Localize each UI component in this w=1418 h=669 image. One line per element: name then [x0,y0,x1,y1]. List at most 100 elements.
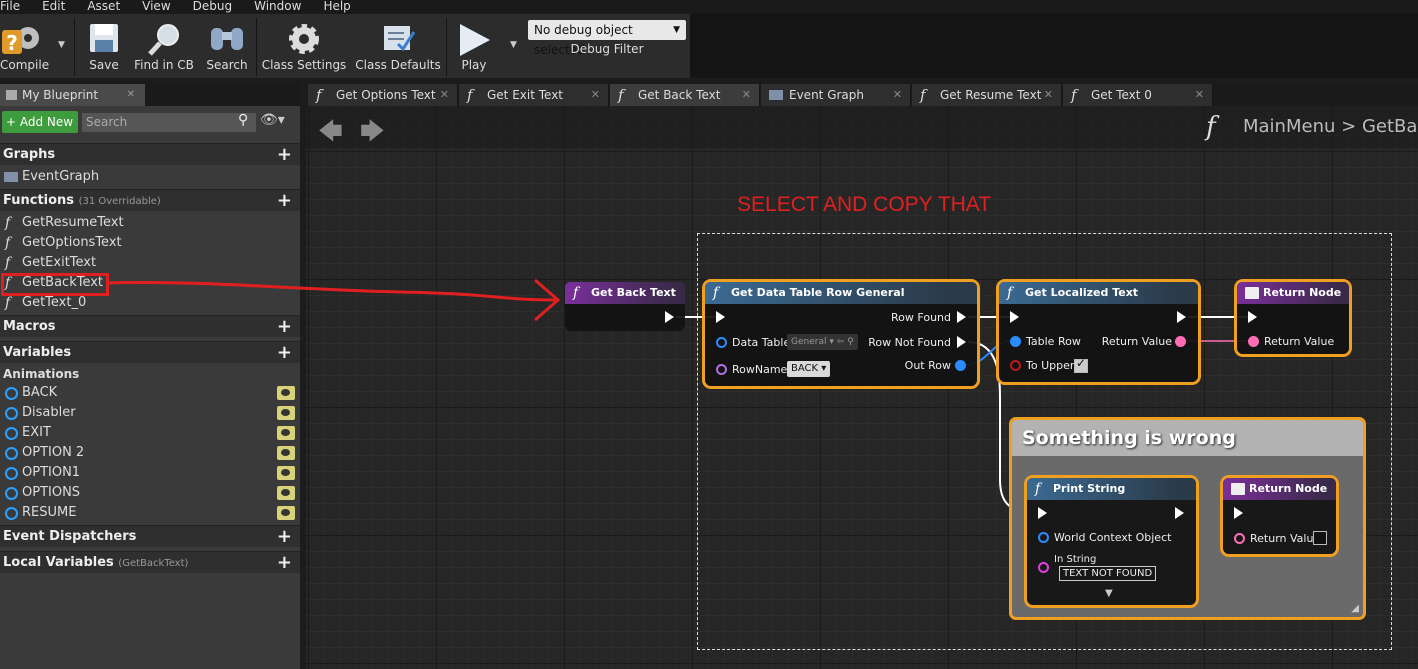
close-icon[interactable]: ✕ [440,84,449,106]
close-icon[interactable]: ✕ [1044,84,1053,106]
search-button[interactable]: Search [204,18,250,76]
macros-section-header[interactable]: Macros + [0,315,300,337]
to-upper-pin[interactable] [1010,360,1021,371]
menu-window[interactable]: Window [254,0,301,14]
class-settings-button[interactable]: Class Settings [262,18,346,76]
add-local-variable-icon[interactable]: + [277,552,292,574]
in-string-input[interactable]: TEXT NOT FOUND [1059,566,1157,581]
exec-row-not-found-pin[interactable] [957,336,966,348]
menu-edit[interactable]: Edit [42,0,65,14]
visibility-eye-icon[interactable] [277,446,295,460]
breadcrumb-parent[interactable]: MainMenu [1243,116,1335,137]
menu-file[interactable]: File [0,0,20,14]
close-icon[interactable]: ✕ [127,84,135,106]
return-value-checkbox[interactable] [1313,531,1327,545]
close-icon[interactable]: ✕ [893,84,902,106]
out-row-pin[interactable] [955,360,966,371]
back-arrow-icon[interactable]: 🡄 [318,114,343,155]
play-button[interactable]: Play [452,18,496,76]
visibility-eye-icon[interactable] [277,466,295,480]
return-value-pin[interactable] [1248,336,1259,347]
function-item[interactable]: f GetResumeText [0,213,300,233]
exec-out-pin[interactable] [1177,311,1186,323]
add-macro-icon[interactable]: + [277,316,292,338]
tab-get-text-0[interactable]: f Get Text 0 ✕ [1063,84,1213,106]
return-value-pin[interactable] [1234,533,1245,544]
exec-in-pin[interactable] [716,311,725,323]
graphs-section-header[interactable]: Graphs + [0,143,300,165]
return-node[interactable]: Return Node Return Value [1223,478,1336,554]
visibility-eye-icon[interactable] [277,386,295,400]
variable-item[interactable]: RESUME [0,503,300,523]
visibility-eye-icon[interactable] [277,506,295,520]
event-graph-item[interactable]: EventGraph [0,167,300,187]
animations-category[interactable]: Animations [0,365,300,383]
find-in-cb-button[interactable]: Find in CB [132,18,196,76]
variable-item[interactable]: OPTION 2 [0,443,300,463]
row-name-pin[interactable] [716,364,727,375]
exec-in-pin[interactable] [1248,311,1257,323]
play-dropdown-icon[interactable]: ▼ [510,40,517,50]
table-row-pin[interactable] [1010,336,1021,347]
save-button[interactable]: Save [82,18,126,76]
get-data-table-row-node[interactable]: f Get Data Table Row General Row Found Da… [705,282,977,386]
add-variable-icon[interactable]: + [277,342,292,364]
return-node[interactable]: Return Node Return Value [1237,282,1349,354]
debug-object-select[interactable]: No debug object selected ▼ [528,20,686,57]
tab-get-resume-text[interactable]: f Get Resume Text ✕ [912,84,1062,106]
variable-item[interactable]: OPTIONS [0,483,300,503]
exec-out-pin[interactable] [1175,507,1184,519]
resize-handle-icon[interactable]: ◢ [1351,603,1359,614]
function-item[interactable]: f GetExitText [0,253,300,273]
variable-item[interactable]: EXIT [0,423,300,443]
variables-section-header[interactable]: Variables + [0,341,300,363]
world-context-pin[interactable] [1038,532,1049,543]
menu-view[interactable]: View [142,0,170,14]
visibility-eye-icon[interactable] [277,406,295,420]
menu-debug[interactable]: Debug [193,0,232,14]
exec-in-pin[interactable] [1234,507,1243,519]
functions-section-header[interactable]: Functions (31 Overridable) + [0,189,300,211]
variable-item[interactable]: OPTION1 [0,463,300,483]
tab-event-graph[interactable]: Event Graph ✕ [761,84,911,106]
eye-view-options-icon[interactable]: 👁▾ [260,112,285,128]
search-icon[interactable]: ⚲ [238,112,248,128]
tab-get-back-text[interactable]: f Get Back Text ✕ [610,84,760,106]
add-new-button[interactable]: + Add New ▼ [2,111,78,152]
function-item[interactable]: f GetOptionsText [0,233,300,253]
data-table-pin[interactable] [716,337,727,348]
return-value-pin[interactable] [1175,336,1186,347]
close-icon[interactable]: ✕ [742,84,751,106]
compile-dropdown-icon[interactable]: ▼ [58,40,65,50]
row-name-value-combo[interactable]: BACK ▾ [787,361,831,377]
entry-node[interactable]: f Get Back Text [565,282,685,331]
visibility-eye-icon[interactable] [277,486,295,500]
menu-asset[interactable]: Asset [87,0,120,14]
visibility-eye-icon[interactable] [277,426,295,440]
print-string-node[interactable]: f Print String World Context Object In St… [1027,478,1196,605]
exec-row-found-pin[interactable] [957,311,966,323]
function-item[interactable]: f GetText_0 [0,293,300,313]
forward-arrow-icon[interactable]: 🡆 [360,114,385,155]
compile-button[interactable]: ? Compile [0,18,56,76]
blueprint-search-input[interactable]: Search [82,113,256,132]
exec-in-pin[interactable] [1010,311,1019,323]
data-table-combo[interactable]: General ▾ ⇦ ⚲ [787,334,858,350]
in-string-pin[interactable] [1038,562,1049,573]
add-graph-icon[interactable]: + [277,144,292,166]
add-function-icon[interactable]: + [277,190,292,212]
tab-get-options-text[interactable]: f Get Options Text ✕ [308,84,458,106]
exec-out-pin[interactable] [665,311,674,323]
close-icon[interactable]: ✕ [591,84,600,106]
tab-get-exit-text[interactable]: f Get Exit Text ✕ [459,84,609,106]
event-dispatchers-section-header[interactable]: Event Dispatchers + [0,525,300,547]
comment-title[interactable]: Something is wrong [1012,420,1363,456]
class-defaults-button[interactable]: Class Defaults [355,18,441,76]
local-variables-section-header[interactable]: Local Variables (GetBackText) + [0,551,300,573]
exec-in-pin[interactable] [1038,507,1047,519]
close-icon[interactable]: ✕ [1195,84,1204,106]
menu-help[interactable]: Help [323,0,350,14]
tab-my-blueprint[interactable]: My Blueprint ✕ [0,84,145,106]
variable-item[interactable]: BACK [0,383,300,403]
get-localized-text-node[interactable]: f Get Localized Text Table Row Return Val… [999,282,1198,382]
